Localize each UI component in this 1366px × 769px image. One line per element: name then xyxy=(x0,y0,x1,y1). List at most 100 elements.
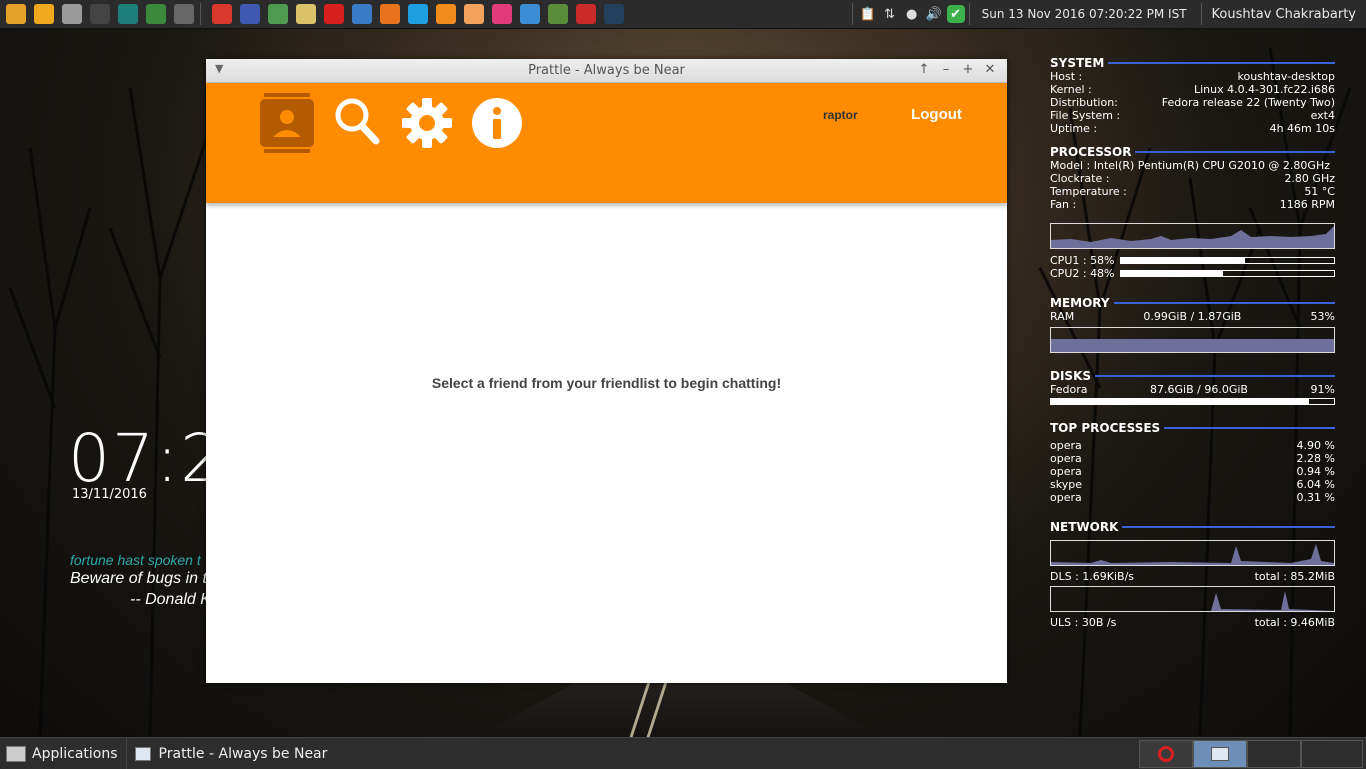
network-icon[interactable] xyxy=(352,4,372,24)
panel-clock[interactable]: Sun 13 Nov 2016 07:20:22 PM IST xyxy=(982,7,1187,21)
skype-icon[interactable] xyxy=(408,4,428,24)
melon-icon[interactable] xyxy=(464,4,484,24)
info-row: skype 6.04 % xyxy=(1050,478,1335,491)
applications-icon xyxy=(6,745,26,762)
taskbar-item-prattle[interactable]: Prattle - Always be Near xyxy=(125,738,340,769)
settings-gear-icon[interactable] xyxy=(400,93,454,153)
system-monitor-icon[interactable] xyxy=(146,4,166,24)
cpu1-row: CPU1 : 58% xyxy=(1050,254,1335,267)
info-key: File System : xyxy=(1050,109,1121,122)
info-key: Temperature : xyxy=(1050,185,1127,198)
bottom-taskbar: Applications Prattle - Always be Near xyxy=(0,737,1366,769)
info-value: 1186 RPM xyxy=(1279,198,1335,211)
conky-monitor: SYSTEM Host : koushtav-desktop Kernel : Lin… xyxy=(1050,50,1335,629)
info-row: Kernel : Linux 4.0.4-301.fc22.i686 xyxy=(1050,83,1335,96)
info-value: 0.31 % xyxy=(1296,491,1335,504)
clipboard-icon[interactable]: 📋 xyxy=(859,5,877,23)
contacts-icon[interactable] xyxy=(260,93,314,153)
disks-heading: DISKS xyxy=(1050,369,1335,383)
cpu2-row: CPU2 : 48% xyxy=(1050,267,1335,280)
remmina-icon[interactable] xyxy=(520,4,540,24)
minecraft-icon[interactable] xyxy=(548,4,568,24)
applications-label: Applications xyxy=(32,745,118,762)
workspace-3[interactable] xyxy=(1247,740,1301,768)
opera-icon[interactable] xyxy=(324,4,344,24)
intellij-icon[interactable] xyxy=(240,4,260,24)
window-titlebar[interactable]: ▼ Prattle - Always be Near ↑ – + ✕ xyxy=(206,59,1007,83)
ram-row: RAM 0.99GiB / 1.87GiB 53% xyxy=(1050,310,1335,323)
info-key: Clockrate : xyxy=(1050,172,1110,185)
firefox-icon[interactable] xyxy=(380,4,400,24)
info-key: Uptime : xyxy=(1050,122,1098,135)
steam-icon[interactable] xyxy=(604,4,624,24)
launcher-separator xyxy=(200,3,201,25)
system-heading: SYSTEM xyxy=(1050,56,1335,70)
info-value: Fedora release 22 (Twenty Two) xyxy=(1161,96,1335,109)
info-value: 2.28 % xyxy=(1296,452,1335,465)
panel-user-menu[interactable]: Koushtav Chakrabarty xyxy=(1212,7,1356,22)
download-row: DLS : 1.69KiB/s total : 85.2MiB xyxy=(1050,570,1335,583)
folder-icon[interactable] xyxy=(34,4,54,24)
screenshot-icon[interactable] xyxy=(174,4,194,24)
taskbar-item-label: Prattle - Always be Near xyxy=(158,745,328,762)
logout-button[interactable]: Logout xyxy=(889,100,984,130)
text-editor-icon[interactable] xyxy=(296,4,316,24)
info-row: Clockrate : 2.80 GHz xyxy=(1050,172,1335,185)
volume-icon[interactable]: 🔊 xyxy=(925,5,943,23)
info-key: skype xyxy=(1050,478,1082,491)
processor-heading: PROCESSOR xyxy=(1050,145,1335,159)
info-value: 4h 46m 10s xyxy=(1269,122,1335,135)
info-row: opera 0.31 % xyxy=(1050,491,1335,504)
info-value: 2.80 GHz xyxy=(1284,172,1335,185)
close-icon[interactable]: ✕ xyxy=(979,62,1001,77)
tray-separator xyxy=(968,3,970,25)
top-processes-list: opera 4.90 % opera 2.28 % opera 0.94 % skype 6.… xyxy=(1050,439,1335,504)
info-row: opera 0.94 % xyxy=(1050,465,1335,478)
window-icon xyxy=(134,746,151,761)
workspace-4[interactable] xyxy=(1301,740,1363,768)
office-icon[interactable] xyxy=(212,4,232,24)
info-key: Model : Intel(R) Pentium(R) CPU G2010 @ … xyxy=(1050,159,1330,172)
disk-icon[interactable] xyxy=(62,4,82,24)
info-key: opera xyxy=(1050,465,1082,478)
info-key: Fan : xyxy=(1050,198,1077,211)
files-icon[interactable] xyxy=(6,4,26,24)
disk-row: Fedora 87.6GiB / 96.0GiB 91% xyxy=(1050,383,1335,396)
oo-icon[interactable] xyxy=(492,4,512,24)
info-value: 4.90 % xyxy=(1296,439,1335,452)
cpu2-bar xyxy=(1120,270,1335,277)
info-row: opera 4.90 % xyxy=(1050,439,1335,452)
game-icon[interactable] xyxy=(576,4,596,24)
info-key: Distribution: xyxy=(1050,96,1118,109)
android-studio-icon[interactable] xyxy=(268,4,288,24)
info-key: Host : xyxy=(1050,70,1083,83)
info-value: ext4 xyxy=(1310,109,1335,122)
network-heading: NETWORK xyxy=(1050,520,1335,534)
system-info: Host : koushtav-desktop Kernel : Linux 4.0.… xyxy=(1050,70,1335,135)
cpu-graph xyxy=(1050,223,1335,249)
download-graph xyxy=(1050,540,1335,566)
top-panel: 📋 ⇅ ● 🔊 ✔ Sun 13 Nov 2016 07:20:22 PM IS… xyxy=(0,0,1366,29)
update-check-icon[interactable]: ✔ xyxy=(946,5,965,23)
terminal-icon[interactable] xyxy=(90,4,110,24)
info-key: opera xyxy=(1050,439,1082,452)
keep-above-icon[interactable]: ↑ xyxy=(913,62,935,77)
network-updown-icon[interactable]: ⇅ xyxy=(881,5,899,23)
workspace-1[interactable] xyxy=(1139,740,1193,768)
magnifier-icon[interactable] xyxy=(118,4,138,24)
applications-menu-button[interactable]: Applications xyxy=(0,738,126,769)
opera-icon xyxy=(1158,746,1174,762)
minimize-icon[interactable]: – xyxy=(935,62,957,77)
search-icon[interactable] xyxy=(332,93,386,153)
info-icon[interactable] xyxy=(470,93,524,153)
chat-bubble-icon[interactable]: ● xyxy=(903,5,921,23)
workspace-2[interactable] xyxy=(1193,740,1247,768)
vlc-icon[interactable] xyxy=(436,4,456,24)
ram-graph xyxy=(1050,327,1335,353)
cpu1-bar xyxy=(1120,257,1335,264)
maximize-icon[interactable]: + xyxy=(957,62,979,77)
info-key: opera xyxy=(1050,452,1082,465)
disk-bar xyxy=(1050,398,1335,405)
desktop-clock: 07:2 xyxy=(68,420,225,497)
fortune-quote: Beware of bugs in th xyxy=(70,570,216,587)
